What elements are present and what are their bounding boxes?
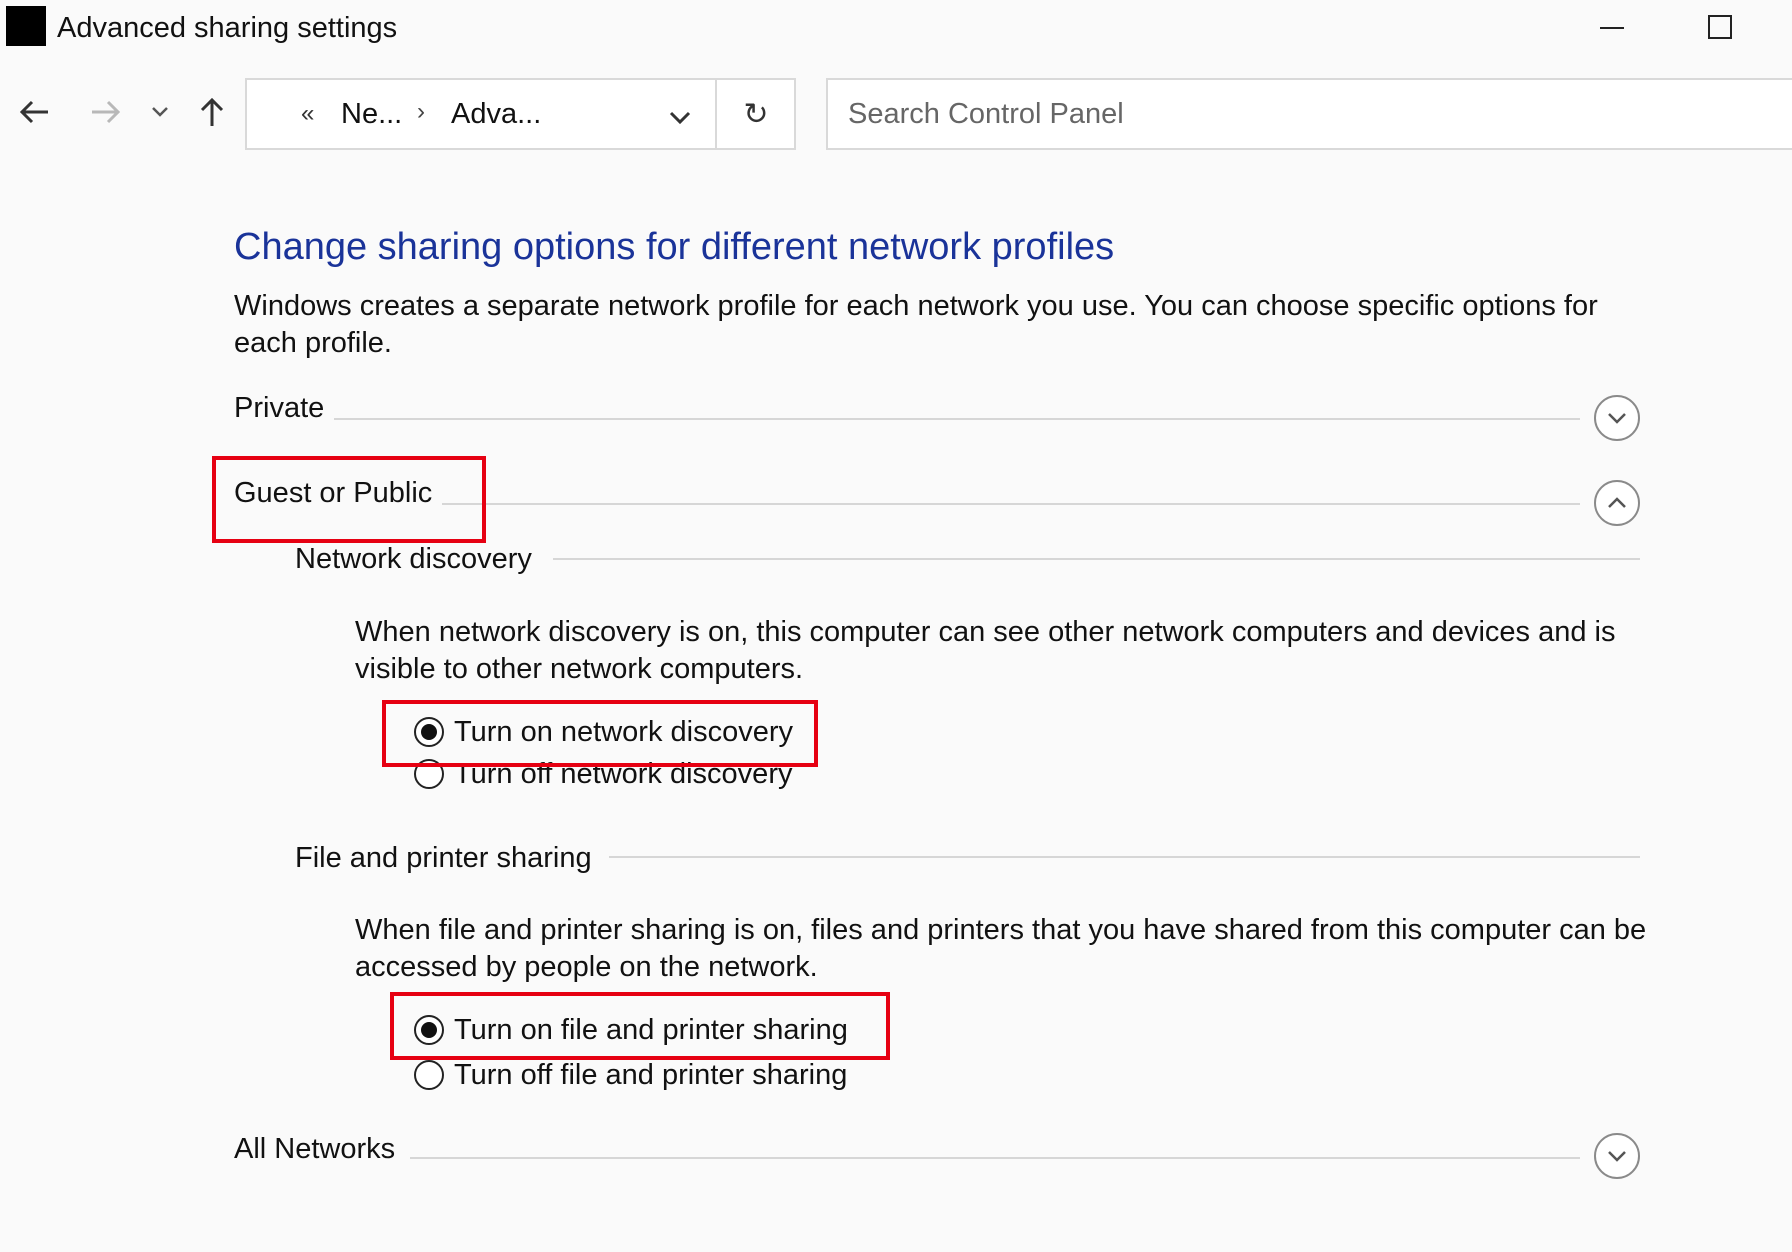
expand-all-networks-button[interactable] (1594, 1133, 1640, 1179)
page-intro: Windows creates a separate network profi… (234, 290, 1598, 359)
profile-all-networks[interactable]: All Networks (234, 1133, 1640, 1183)
chevron-down-icon (152, 107, 168, 117)
divider-line (609, 856, 1640, 858)
title-bar: Advanced sharing settings (0, 0, 1792, 58)
radio-label[interactable]: Turn on network discovery (454, 716, 793, 749)
radio-button-checked[interactable] (414, 717, 444, 747)
window-title: Advanced sharing settings (57, 12, 398, 44)
divider-line (553, 558, 1640, 560)
chevron-down-icon (1608, 1151, 1626, 1162)
expand-private-button[interactable] (1594, 395, 1640, 441)
radio-button[interactable] (414, 759, 444, 789)
refresh-icon[interactable]: ↻ (739, 98, 773, 132)
radio-button[interactable] (414, 1060, 444, 1090)
chevron-down-icon (1608, 413, 1626, 424)
radio-label[interactable]: Turn on file and printer sharing (454, 1014, 848, 1047)
navigation-bar: « Ne... › Adva... ↻ Search Control Panel (0, 70, 1792, 154)
radio-button-checked[interactable] (414, 1015, 444, 1045)
radio-turn-on-network-discovery[interactable]: Turn on network discovery (414, 714, 793, 750)
profile-private-label: Private (234, 392, 325, 424)
file-printer-sharing-description: When file and printer sharing is on, fil… (355, 914, 1647, 983)
address-bar[interactable]: « Ne... › Adva... ↻ (245, 78, 796, 150)
chevron-up-icon (1608, 497, 1626, 508)
breadcrumb-overflow-icon[interactable]: « (301, 100, 314, 128)
page-title: Change sharing options for different net… (234, 226, 1115, 268)
radio-turn-on-file-printer-sharing[interactable]: Turn on file and printer sharing (414, 1012, 848, 1048)
profile-guest-public-label: Guest or Public (234, 477, 433, 509)
address-divider (715, 80, 717, 148)
arrow-up-icon (200, 97, 224, 126)
forward-button[interactable] (86, 92, 126, 132)
file-printer-sharing-label: File and printer sharing (295, 842, 592, 874)
search-input[interactable]: Search Control Panel (826, 78, 1792, 150)
breadcrumb-separator-icon[interactable]: › (417, 98, 425, 126)
arrow-right-icon (92, 100, 121, 124)
maximize-button[interactable] (1708, 15, 1732, 39)
arrow-left-icon (19, 100, 48, 124)
network-discovery-label: Network discovery (295, 543, 532, 575)
app-icon (6, 6, 46, 46)
collapse-guest-public-button[interactable] (1594, 480, 1640, 526)
up-button[interactable] (192, 92, 232, 132)
radio-label[interactable]: Turn off network discovery (454, 758, 792, 791)
profile-all-networks-label: All Networks (234, 1133, 396, 1165)
recent-locations-button[interactable] (144, 92, 176, 132)
minimize-button[interactable] (1600, 27, 1624, 29)
divider-line (334, 418, 1580, 420)
back-button[interactable] (14, 92, 54, 132)
radio-turn-off-network-discovery[interactable]: Turn off network discovery (414, 756, 792, 792)
divider-line (410, 1157, 1580, 1159)
network-discovery-description: When network discovery is on, this compu… (355, 616, 1616, 685)
profile-guest-public[interactable]: Guest or Public (234, 477, 1640, 527)
divider-line (442, 503, 1580, 505)
breadcrumb-network[interactable]: Ne... (341, 98, 402, 131)
radio-turn-off-file-printer-sharing[interactable]: Turn off file and printer sharing (414, 1057, 847, 1093)
breadcrumb-advanced[interactable]: Adva... (451, 98, 541, 131)
address-dropdown-icon[interactable] (665, 102, 695, 132)
profile-private[interactable]: Private (234, 392, 1640, 442)
radio-label[interactable]: Turn off file and printer sharing (454, 1059, 847, 1092)
